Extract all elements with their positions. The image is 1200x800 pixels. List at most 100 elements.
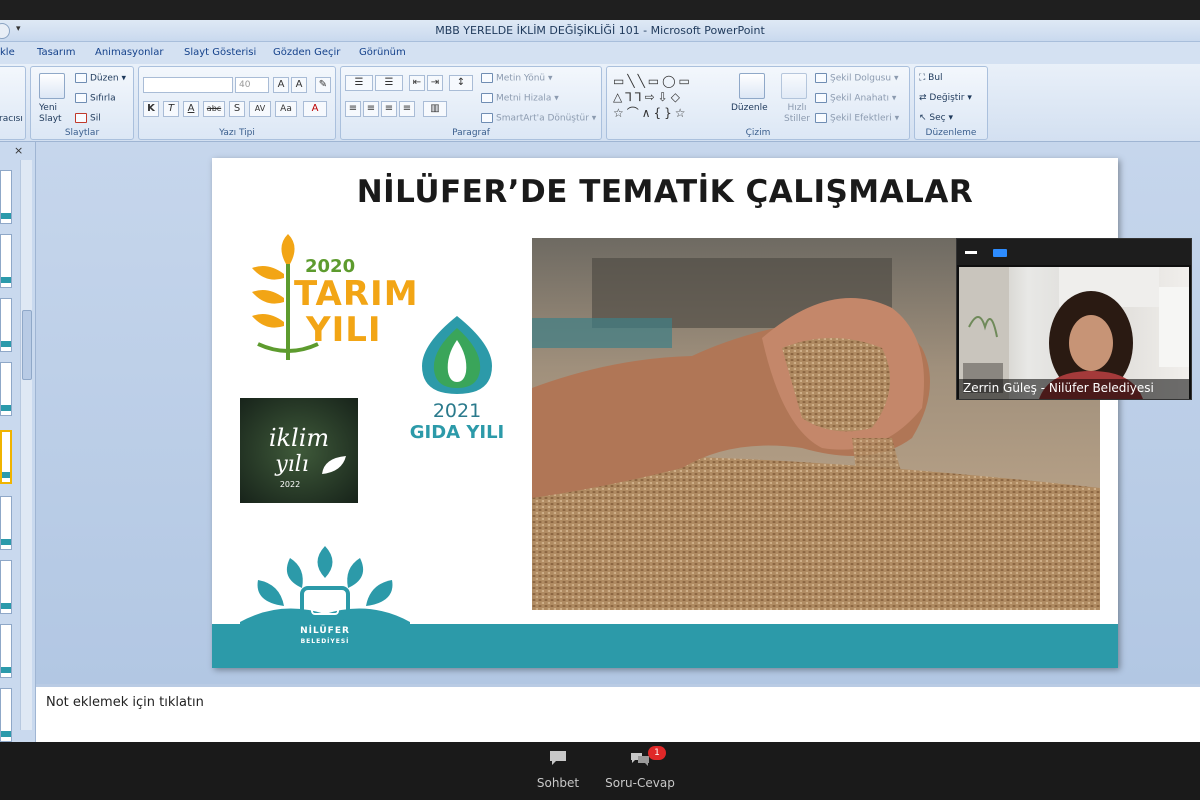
decrease-indent-icon[interactable]: ⇤ — [409, 75, 425, 91]
participant-name: Zerrin Güleş - Nilüfer Belediyesi — [959, 379, 1189, 399]
shapes-gallery[interactable]: ▭╲╲▭◯▭ △⅂⅂⇨⇩◇ ☆⌒∧{}☆ — [613, 73, 723, 123]
bold-button[interactable]: K — [143, 101, 159, 117]
close-icon[interactable]: × — [14, 144, 23, 157]
nilufer-name: NİLÜFER — [300, 626, 350, 636]
editing-group: ⛶ Bul ⇄ Değiştir ▾ ↖ Seç ▾ Düzenleme — [914, 66, 988, 140]
align-left-icon[interactable]: ≡ — [345, 101, 361, 117]
slide-thumbnail[interactable] — [0, 362, 12, 416]
shadow-button[interactable]: S — [229, 101, 245, 117]
change-case-button[interactable]: Aa — [275, 101, 297, 117]
slide-thumbnail-panel: × — [0, 142, 36, 742]
minimize-icon[interactable] — [965, 251, 977, 254]
qa-button[interactable]: 1 Soru-Cevap — [600, 746, 680, 796]
numbering-icon[interactable]: ☰ — [375, 75, 403, 91]
font-color-icon[interactable]: A — [303, 101, 327, 117]
quick-styles-icon[interactable] — [781, 73, 807, 99]
editing-group-label: Düzenleme — [925, 128, 977, 138]
chat-label: Sohbet — [536, 776, 580, 790]
grow-font-icon[interactable]: A — [273, 77, 289, 93]
reset-button[interactable]: Sıfırla — [75, 93, 116, 104]
ribbon: racısı Yeni Slayt Düzen ▾ Sıfırla Sil Sl… — [0, 64, 1200, 142]
shape-fill-button[interactable]: Şekil Dolgusu ▾ — [815, 73, 898, 84]
text-direction-button[interactable]: Metin Yönü ▾ — [481, 73, 553, 84]
bullets-icon[interactable]: ☰ — [345, 75, 373, 91]
strikethrough-button[interactable]: abc — [203, 101, 225, 117]
tab-insert[interactable]: kle — [0, 47, 15, 58]
clipboard-group-cut: racısı — [0, 66, 26, 140]
shape-outline-icon — [815, 93, 827, 103]
font-name-input[interactable] — [143, 77, 233, 93]
gida-yili-logo: 2021 GIDA YILI — [402, 314, 512, 449]
tab-view[interactable]: Görünüm — [359, 47, 406, 58]
line-spacing-icon[interactable]: ↕ — [449, 75, 473, 91]
slide-thumbnail[interactable] — [0, 624, 12, 678]
ribbon-tabs: kle Tasarım Animasyonlar Slayt Gösterisi… — [0, 42, 1200, 64]
tab-animations[interactable]: Animasyonlar — [95, 47, 163, 58]
arrange-icon[interactable] — [739, 73, 765, 99]
tab-design[interactable]: Tasarım — [37, 47, 76, 58]
slide-thumbnail-selected[interactable] — [0, 430, 12, 484]
replace-icon: ⇄ — [919, 93, 930, 103]
slide-canvas[interactable]: NİLÜFER’DE TEMATİK ÇALIŞMALAR 2020 TARIM… — [212, 158, 1118, 668]
thumbnail-scrollbar[interactable] — [20, 160, 32, 730]
align-text-icon — [481, 93, 493, 103]
leaf-icon — [322, 456, 346, 474]
layout-icon — [75, 73, 87, 83]
char-spacing-button[interactable]: AV — [249, 101, 271, 117]
increase-indent-icon[interactable]: ⇥ — [427, 75, 443, 91]
italic-button[interactable]: T — [163, 101, 179, 117]
arrange-button[interactable]: Düzenle — [731, 103, 768, 113]
new-slide-button[interactable]: Yeni Slayt — [39, 103, 73, 125]
font-size-input[interactable]: 40 — [235, 77, 269, 93]
layout-button[interactable]: Düzen ▾ — [75, 73, 126, 84]
belediyesi-word: BELEDİYESİ — [300, 638, 350, 645]
new-slide-icon[interactable] — [39, 73, 65, 99]
slide-title[interactable]: NİLÜFER’DE TEMATİK ÇALIŞMALAR — [212, 174, 1118, 210]
find-button[interactable]: ⛶ Bul — [919, 73, 943, 83]
slide-thumbnail[interactable] — [0, 234, 12, 288]
slide-thumbnail[interactable] — [0, 170, 12, 224]
align-text-button[interactable]: Metni Hizala ▾ — [481, 93, 559, 104]
shrink-font-icon[interactable]: A — [291, 77, 307, 93]
slide-thumbnail[interactable] — [0, 496, 12, 550]
gida-year: 2021 — [432, 400, 482, 422]
chat-button[interactable]: Sohbet — [518, 746, 598, 796]
tab-review[interactable]: Gözden Geçir — [273, 47, 340, 58]
slide-thumbnail[interactable] — [0, 560, 12, 614]
font-group: 40 A A ✎ K T A abc S AV Aa A Yazı Tipi — [138, 66, 336, 140]
gida-yili-word: GIDA YILI — [409, 422, 505, 443]
qa-label: Soru-Cevap — [605, 776, 675, 790]
notes-pane[interactable]: Not eklemek için tıklatın — [36, 684, 1200, 742]
tab-slide-show[interactable]: Slayt Gösterisi — [184, 47, 256, 58]
webcam-window[interactable]: Zerrin Güleş - Nilüfer Belediyesi — [956, 238, 1192, 400]
select-button[interactable]: ↖ Seç ▾ — [919, 113, 953, 123]
expand-video-icon[interactable] — [993, 249, 1007, 257]
justify-icon[interactable]: ≡ — [399, 101, 415, 117]
shape-effects-button[interactable]: Şekil Efektleri ▾ — [815, 113, 899, 124]
select-icon: ↖ — [919, 113, 930, 123]
slide-thumbnail[interactable] — [0, 298, 12, 352]
convert-smartart-button[interactable]: SmartArt'a Dönüştür ▾ — [481, 113, 596, 124]
align-center-icon[interactable]: ≡ — [363, 101, 379, 117]
notes-placeholder[interactable]: Not eklemek için tıklatın — [46, 695, 204, 710]
align-right-icon[interactable]: ≡ — [381, 101, 397, 117]
delete-icon — [75, 113, 87, 123]
underline-button[interactable]: A — [183, 101, 199, 117]
slide-thumbnail[interactable] — [0, 688, 12, 742]
chat-icon — [550, 751, 566, 765]
shape-outline-button[interactable]: Şekil Anahatı ▾ — [815, 93, 896, 104]
columns-icon[interactable]: ▥ — [423, 101, 447, 117]
slides-group-label: Slaytlar — [64, 128, 100, 138]
drawing-group-label: Çizim — [745, 128, 771, 138]
shape-fill-icon — [815, 73, 827, 83]
webcam-toolbar — [957, 239, 1191, 265]
quick-styles-button[interactable]: Hızlı Stiller — [779, 103, 815, 125]
nilufer-belediyesi-logo: NİLÜFER BELEDİYESİ — [240, 542, 410, 664]
smartart-icon — [481, 113, 493, 123]
meeting-toolbar: Sohbet 1 Soru-Cevap — [0, 742, 1200, 800]
replace-button[interactable]: ⇄ Değiştir ▾ — [919, 93, 972, 103]
delete-slide-button[interactable]: Sil — [75, 113, 101, 124]
scrollbar-thumb[interactable] — [22, 310, 32, 380]
iklim-yili-logo: iklim yılı 2022 — [240, 398, 358, 503]
clear-format-icon[interactable]: ✎ — [315, 77, 331, 93]
